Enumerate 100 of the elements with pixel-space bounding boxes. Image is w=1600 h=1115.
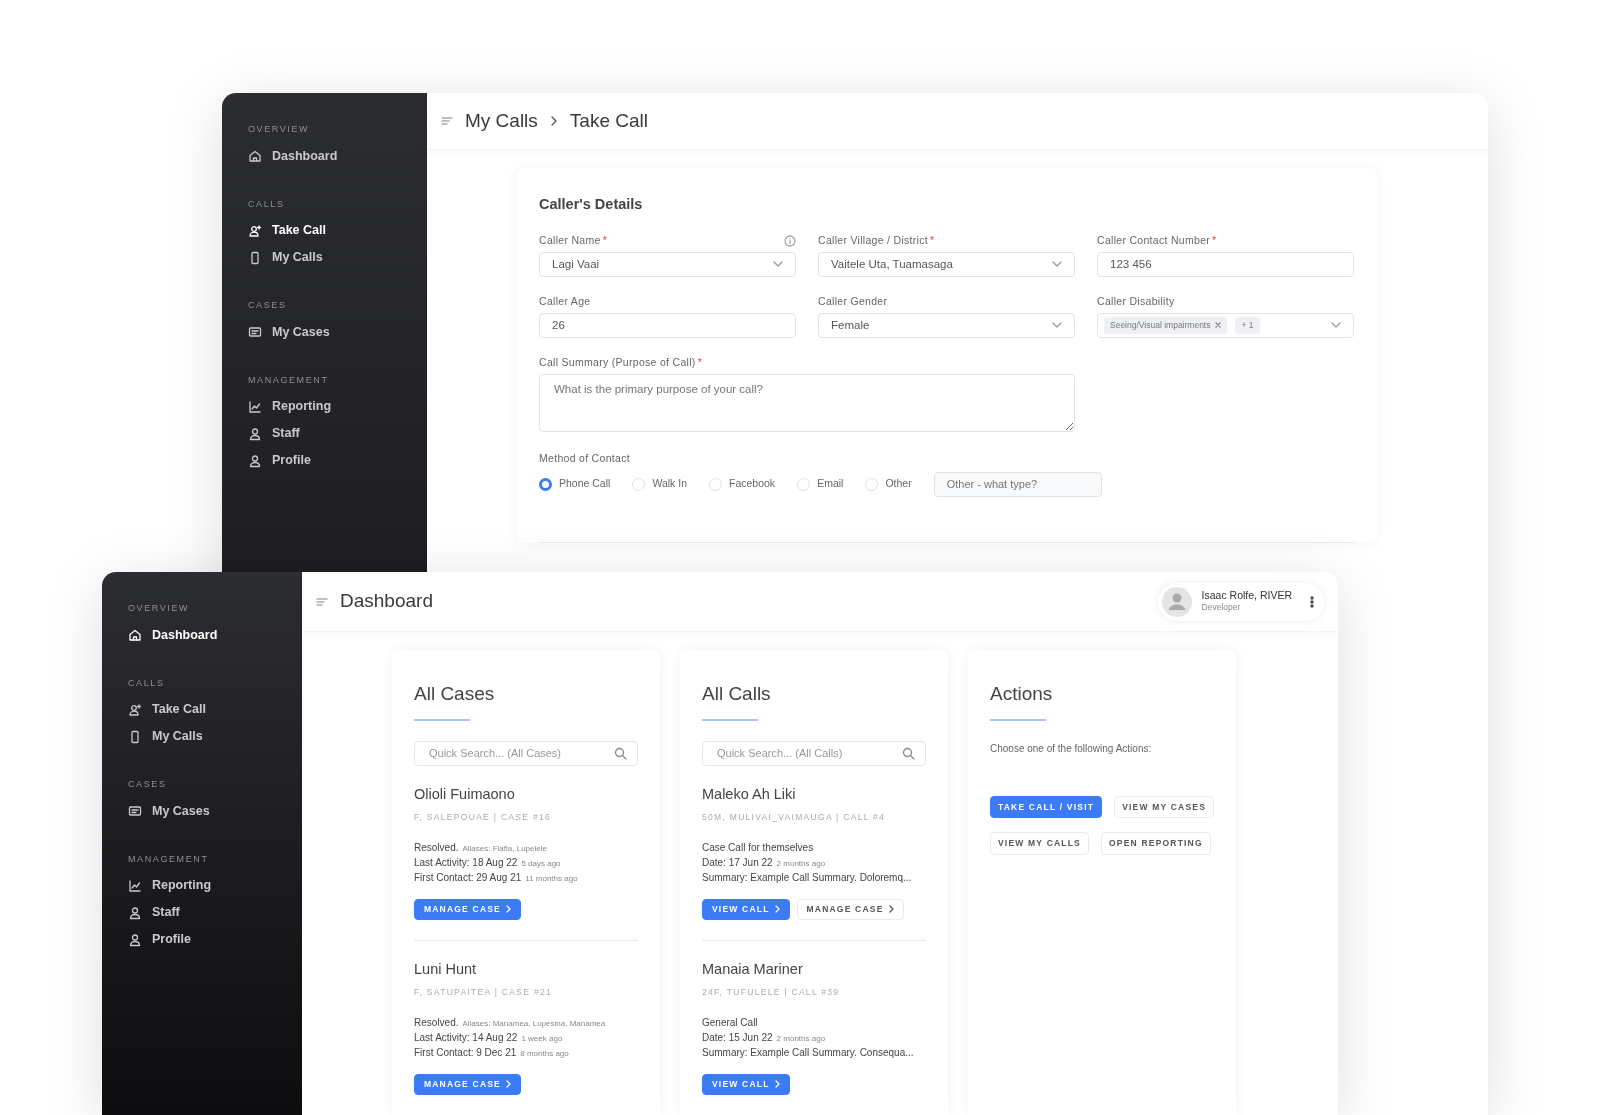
chevron-right-icon	[888, 905, 894, 914]
more-tag: + 1	[1235, 316, 1260, 334]
radio-option[interactable]: Walk In	[632, 476, 687, 493]
radio-option[interactable]: Phone Call	[539, 476, 611, 493]
radio-option[interactable]: Other	[865, 476, 912, 493]
section-heading: CASES	[128, 778, 168, 791]
sidebar-item[interactable]: My Cases	[128, 797, 302, 825]
select-field[interactable]: Female	[818, 312, 1075, 338]
close-icon	[1215, 322, 1222, 329]
section-heading: CALLS	[248, 197, 286, 211]
input-field[interactable]: 26	[539, 312, 796, 338]
avatar-icon	[1161, 586, 1192, 617]
record-detail: Last Activity: 14 Aug 22	[414, 1031, 518, 1045]
action-button[interactable]: TAKE CALL / VISIT	[990, 795, 1103, 818]
sidebar-item[interactable]: Take Call	[128, 696, 302, 723]
phone-icon	[248, 250, 262, 265]
action-button[interactable]: VIEW CALL	[702, 899, 790, 920]
field-label: Caller Village / District	[818, 232, 928, 248]
sidebar-item[interactable]: Profile	[128, 926, 302, 953]
action-button[interactable]: OPEN REPORTING	[1101, 832, 1211, 855]
chevron-right-icon	[774, 1080, 780, 1089]
field-label: Caller Name	[539, 232, 601, 248]
card-list-icon	[248, 325, 262, 339]
breadcrumb-item[interactable]: My Calls	[465, 106, 538, 136]
required-mark: *	[602, 232, 608, 248]
line-chart-icon	[128, 878, 142, 893]
home-icon	[128, 628, 142, 642]
field-label: Caller Contact Number	[1097, 232, 1211, 248]
record-detail: First Contact: 29 Aug 21	[414, 871, 522, 885]
field-label: Caller Gender	[818, 293, 888, 309]
person-icon	[128, 905, 142, 920]
chevron-right-icon	[774, 905, 780, 914]
record-detail: Resolved.	[414, 1016, 459, 1030]
record-detail: General Call	[702, 1016, 758, 1030]
record-detail: Summary: Example Call Summary. Consequa...	[702, 1046, 914, 1060]
action-button[interactable]: MANAGE CASE	[414, 899, 521, 920]
sidebar-item[interactable]: My Cases	[248, 318, 427, 346]
radio-option[interactable]: Facebook	[709, 476, 776, 493]
record-name: Manaia Mariner	[702, 959, 804, 979]
sidebar-item[interactable]: Reporting	[128, 872, 302, 899]
sidebar-item[interactable]: Staff	[128, 899, 302, 926]
section-heading: OVERVIEW	[128, 602, 191, 615]
breadcrumb-item: Take Call	[569, 108, 648, 133]
required-mark: *	[1212, 232, 1217, 248]
radio-option[interactable]: Email	[797, 476, 844, 493]
home-icon	[248, 149, 262, 163]
action-button[interactable]: MANAGE CASE	[796, 899, 904, 920]
multi-select-field[interactable]: Seeing/Visual impairments + 1	[1097, 312, 1354, 338]
card-text: Choose one of the following Actions:	[990, 741, 1153, 756]
page-title: Dashboard	[340, 589, 433, 614]
action-button[interactable]: VIEW MY CALLS	[990, 832, 1089, 855]
user-name: Isaac Rolfe, RIVER	[1201, 588, 1292, 602]
chevron-down-icon	[1052, 261, 1062, 268]
sidebar-item[interactable]: Dashboard	[248, 142, 427, 170]
record-detail: Case Call for themselves	[702, 841, 814, 855]
record-note: Aliases: Manamea, Lupesina, Manamea	[462, 1018, 606, 1030]
person-icon	[248, 453, 262, 468]
action-button[interactable]: VIEW MY CASES	[1114, 795, 1215, 818]
record-name: Maleko Ah Liki	[702, 784, 797, 804]
textarea-field[interactable]: What is the primary purpose of your call?	[539, 373, 1075, 432]
person-icon	[128, 932, 142, 947]
user-menu[interactable]: Isaac Rolfe, RIVER Developer	[1157, 582, 1324, 621]
sidebar-item[interactable]: Take Call	[248, 217, 427, 244]
more-icon	[1310, 595, 1314, 608]
record-detail: Date: 17 Jun 22	[702, 856, 773, 870]
person-plus-icon	[248, 223, 262, 238]
record-detail: Date: 15 Jun 22	[702, 1031, 773, 1045]
record-name: Olioli Fuimaono	[414, 784, 516, 804]
person-plus-icon	[128, 702, 142, 717]
sidebar-item[interactable]: My Calls	[128, 723, 302, 750]
section-title: Caller's Details	[539, 195, 644, 214]
record-detail: Summary: Example Call Summary. Doloremq...	[702, 871, 912, 885]
sidebar-item[interactable]: Staff	[248, 420, 427, 447]
record-note: 11 months ago	[525, 873, 578, 885]
sidebar-item[interactable]: Dashboard	[128, 621, 302, 649]
section-heading: OVERVIEW	[248, 123, 311, 136]
input-field[interactable]: 123 456	[1097, 251, 1354, 277]
sidebar-item[interactable]: My Calls	[248, 244, 427, 271]
section-heading: MANAGEMENT	[248, 373, 330, 387]
chevron-down-icon	[773, 261, 783, 268]
record-name: Luni Hunt	[414, 959, 478, 979]
record-meta: 24F, TUFULELE | CALL #39	[702, 986, 841, 999]
input-field[interactable]: Other - what type?	[933, 471, 1102, 497]
record-meta: F, SALEPOUAE | CASE #16	[414, 811, 552, 824]
required-mark: *	[697, 354, 703, 370]
chevron-down-icon	[1331, 322, 1341, 329]
record-note: 2 months ago	[776, 1033, 826, 1045]
field-label: Caller Disability	[1097, 293, 1175, 309]
tag: Seeing/Visual impairments	[1104, 316, 1228, 334]
select-field[interactable]: Vaitele Uta, Tuamasaga	[818, 251, 1075, 277]
select-field[interactable]: Lagi Vaai	[539, 251, 796, 277]
search-icon	[614, 746, 627, 760]
chevron-right-icon	[505, 905, 511, 914]
sidebar-item[interactable]: Profile	[248, 447, 427, 474]
sidebar-item[interactable]: Reporting	[248, 393, 427, 420]
section-heading: CASES	[248, 299, 288, 312]
action-button[interactable]: MANAGE CASE	[414, 1074, 521, 1095]
required-mark: *	[930, 232, 935, 248]
phone-icon	[128, 729, 142, 744]
action-button[interactable]: VIEW CALL	[702, 1074, 790, 1095]
